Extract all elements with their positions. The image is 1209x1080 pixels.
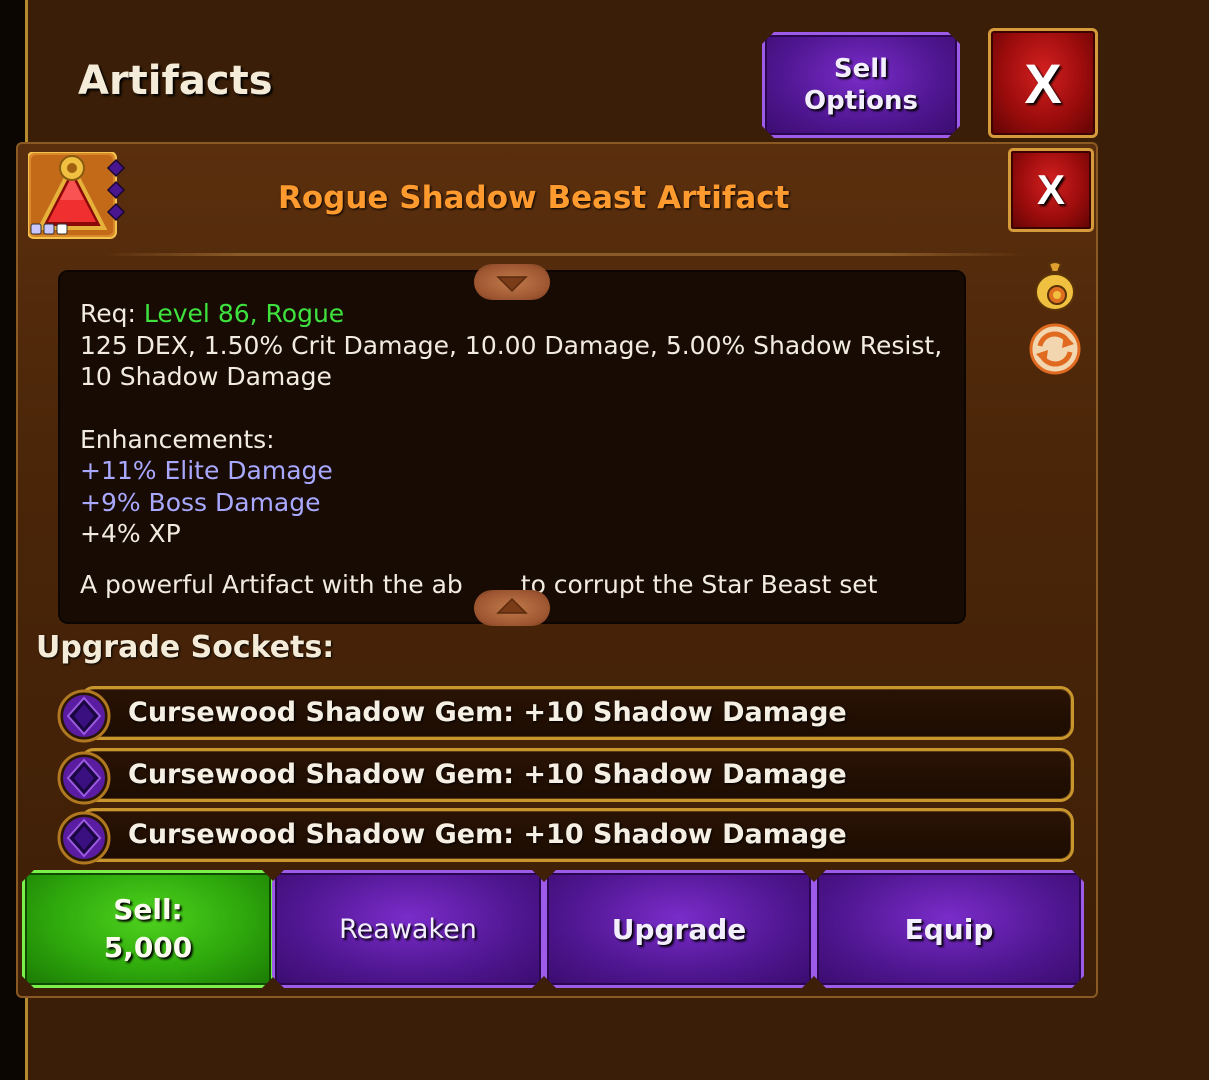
close-detail-button[interactable]: X (1008, 148, 1094, 232)
stats-line-1: 125 DEX, 1.50% Crit Damage, 10.00 Damage… (80, 330, 943, 360)
sell-price: 5,000 (103, 931, 193, 964)
shadow-gem-icon (56, 810, 112, 866)
header-divider (100, 253, 1026, 256)
artifact-title: Rogue Shadow Beast Artifact (278, 180, 790, 216)
description-left: A powerful Artifact with the ab (80, 569, 463, 599)
upgrade-button[interactable]: Upgrade (544, 870, 814, 988)
requirement-line: Req: Level 86, Rogue (80, 298, 944, 330)
transmute-icon[interactable] (1028, 322, 1082, 376)
close-artifacts-button[interactable]: X (988, 28, 1098, 138)
sell-options-label-line1: Sell (833, 54, 889, 84)
page-title: Artifacts (78, 58, 273, 104)
req-separator: , (249, 299, 258, 328)
scroll-up-button[interactable] (474, 590, 550, 626)
money-bag-icon[interactable] (1032, 258, 1078, 312)
socket-text: Cursewood Shadow Gem: +10 Shadow Damage (128, 759, 847, 790)
sell-button[interactable]: Sell: 5,000 (22, 870, 274, 988)
upgrade-sockets-label: Upgrade Sockets: (36, 630, 335, 665)
sell-options-button[interactable]: Sell Options (762, 32, 960, 138)
sell-options-label-line2: Options (804, 86, 918, 116)
shadow-gem-icon (56, 750, 112, 806)
equip-label: Equip (904, 912, 994, 946)
close-icon: X (1024, 51, 1062, 115)
enhancements-label: Enhancements: (80, 424, 275, 454)
upgrade-label: Upgrade (611, 912, 747, 946)
artifact-triangle-icon (27, 151, 128, 240)
close-icon: X (1036, 166, 1065, 213)
req-class: Rogue (265, 299, 345, 328)
socket-text: Cursewood Shadow Gem: +10 Shadow Damage (128, 697, 847, 728)
description-right: to corrupt the Star Beast set (520, 569, 878, 599)
socket-text: Cursewood Shadow Gem: +10 Shadow Damage (128, 819, 847, 850)
scroll-down-button[interactable] (474, 264, 550, 300)
reawaken-button[interactable]: Reawaken (272, 870, 544, 988)
req-level: Level 86 (143, 299, 250, 328)
req-label: Req: (80, 299, 136, 328)
reawaken-label: Reawaken (339, 913, 477, 945)
shadow-gem-icon (56, 688, 112, 744)
equip-button[interactable]: Equip (814, 870, 1084, 988)
enhancement-item: +11% Elite Damage (80, 456, 333, 485)
chevron-down-icon (496, 276, 528, 293)
enhancement-item: +4% XP (80, 519, 181, 548)
chevron-up-icon (496, 597, 528, 614)
sell-button-label: Sell: (113, 893, 183, 926)
item-description-box[interactable]: Req: Level 86, Rogue 125 DEX, 1.50% Crit… (58, 270, 966, 624)
enhancement-item: +9% Boss Damage (80, 487, 321, 517)
stats-line-2: 10 Shadow Damage (80, 362, 332, 391)
